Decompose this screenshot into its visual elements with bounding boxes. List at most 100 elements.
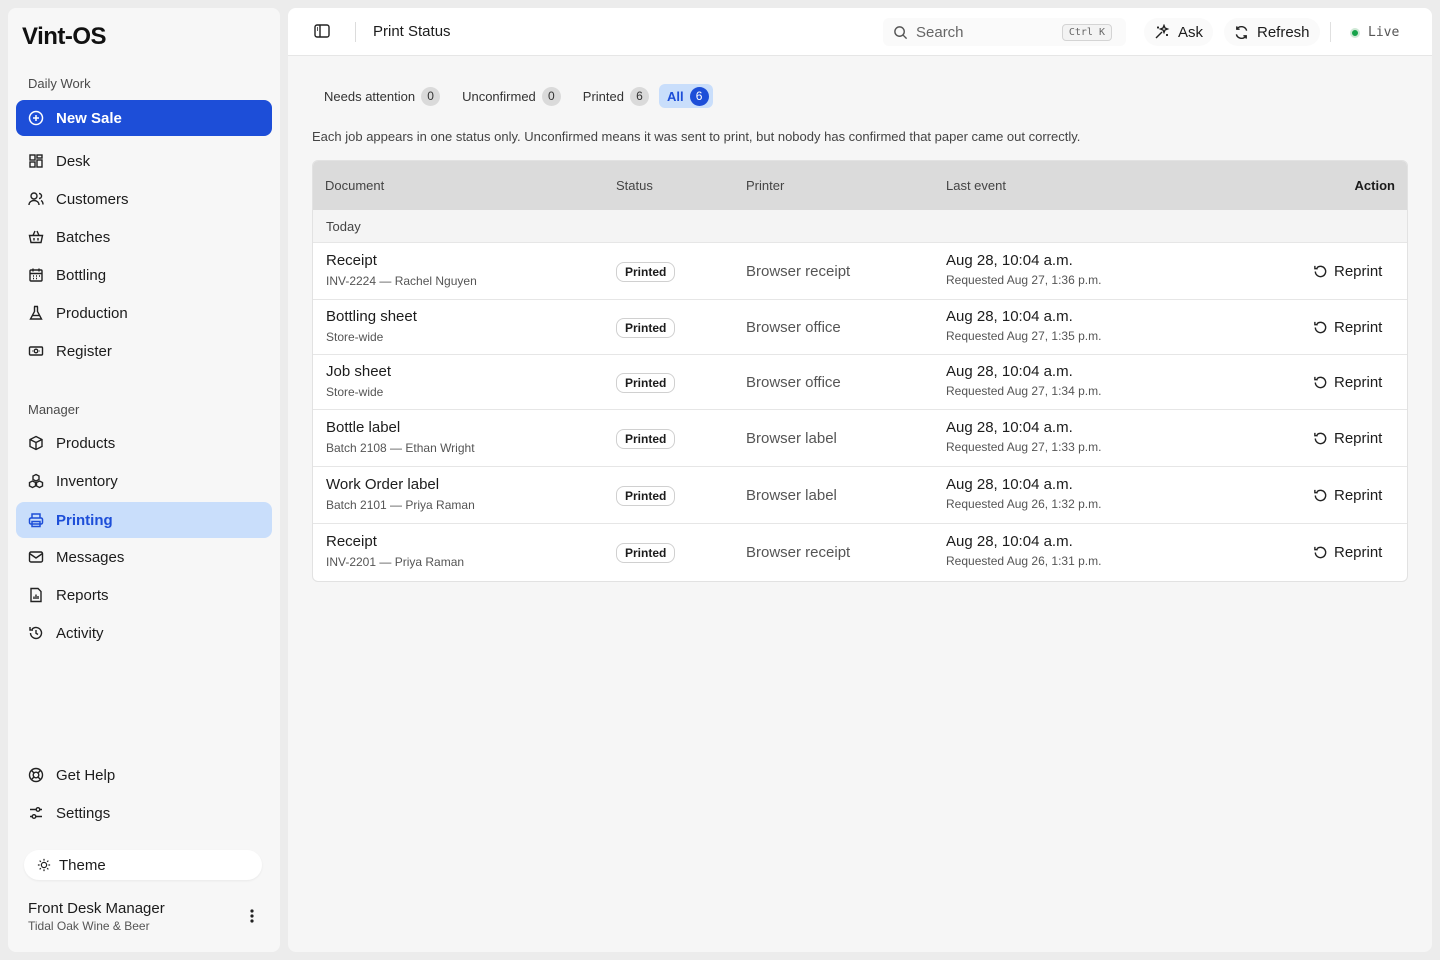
sidebar-item-messages[interactable]: Messages xyxy=(16,539,272,575)
document-subtitle: Store-wide xyxy=(326,385,384,399)
sliders-icon xyxy=(28,805,44,821)
reprint-label: Reprint xyxy=(1334,544,1383,561)
table-row[interactable]: Job sheet Store-wide Printed Browser off… xyxy=(313,355,1407,410)
reprint-button[interactable]: Reprint xyxy=(1313,374,1382,391)
plus-circle-icon xyxy=(28,110,44,126)
column-header-action: Action xyxy=(1354,178,1395,193)
sidebar-item-inventory[interactable]: Inventory xyxy=(16,463,272,499)
rotate-ccw-icon xyxy=(1314,321,1327,334)
requested-time: Requested Aug 27, 1:36 p.m. xyxy=(946,273,1102,287)
boxes-icon xyxy=(28,473,44,489)
tab-needs-attention[interactable]: Needs attention 0 xyxy=(312,84,444,108)
mail-icon xyxy=(28,549,44,565)
reprint-label: Reprint xyxy=(1334,263,1383,280)
logo-mark: Vint-OS xyxy=(22,23,107,49)
refresh-button[interactable]: Refresh xyxy=(1224,18,1320,46)
tab-all[interactable]: All 6 xyxy=(658,84,713,108)
sidebar-item-label: Printing xyxy=(56,511,113,529)
sidebar-item-label: Customers xyxy=(56,190,129,208)
sidebar-item-activity[interactable]: Activity xyxy=(16,615,272,651)
requested-time: Requested Aug 27, 1:34 p.m. xyxy=(946,384,1102,398)
table-row[interactable]: Receipt INV-2224 — Rachel Nguyen Printed… xyxy=(313,243,1407,300)
reprint-button[interactable]: Reprint xyxy=(1313,263,1382,280)
document-name: Bottle label xyxy=(326,419,401,436)
app-logo[interactable]: Vint-OS xyxy=(22,22,128,50)
tab-unconfirmed[interactable]: Unconfirmed 0 xyxy=(450,84,565,108)
column-header-printer[interactable]: Printer xyxy=(746,178,784,193)
document-name: Job sheet xyxy=(326,363,392,380)
section-label-daily: Daily Work xyxy=(28,76,91,91)
ask-button[interactable]: Ask xyxy=(1144,18,1214,46)
last-event-time: Aug 28, 10:04 a.m. xyxy=(946,419,1073,436)
user-menu-button[interactable] xyxy=(242,906,262,926)
last-event-time: Aug 28, 10:04 a.m. xyxy=(946,533,1073,550)
requested-time: Requested Aug 26, 1:32 p.m. xyxy=(946,497,1102,511)
tab-label: All xyxy=(666,88,684,104)
search-input[interactable]: Search Ctrl K xyxy=(883,18,1126,46)
sidebar-item-batches[interactable]: Batches xyxy=(16,219,272,255)
sidebar-item-reports[interactable]: Reports xyxy=(16,577,272,613)
reprint-button[interactable]: Reprint xyxy=(1313,544,1382,561)
printer-name: Browser office xyxy=(746,319,841,336)
grid-icon xyxy=(28,153,44,169)
section-label-manager: Manager xyxy=(28,402,80,417)
sidebar-item-label: Production xyxy=(56,304,128,322)
ask-label: Ask xyxy=(1178,23,1204,41)
table-row[interactable]: Bottling sheet Store-wide Printed Browse… xyxy=(313,300,1407,355)
search-icon xyxy=(894,25,908,39)
sidebar-item-label: Register xyxy=(56,342,112,360)
theme-toggle-button[interactable]: Theme xyxy=(24,850,262,880)
table-row[interactable]: Receipt INV-2201 — Priya Raman Printed B… xyxy=(313,524,1407,581)
sidebar-item-production[interactable]: Production xyxy=(16,295,272,331)
table-row[interactable]: Work Order label Batch 2101 — Priya Rama… xyxy=(313,467,1407,524)
sparkles-icon xyxy=(1155,24,1170,39)
register-icon xyxy=(28,343,44,359)
column-header-document[interactable]: Document xyxy=(325,178,384,193)
new-sale-label: New Sale xyxy=(56,109,122,127)
rotate-ccw-icon xyxy=(1314,489,1327,502)
last-event-time: Aug 28, 10:04 a.m. xyxy=(946,308,1073,325)
sidebar-item-help[interactable]: Get Help xyxy=(16,757,272,793)
table-row[interactable]: Bottle label Batch 2108 — Ethan Wright P… xyxy=(313,410,1407,467)
reprint-button[interactable]: Reprint xyxy=(1313,319,1382,336)
printer-name: Browser receipt xyxy=(746,263,851,280)
tab-printed[interactable]: Printed 6 xyxy=(571,84,653,108)
reprint-label: Reprint xyxy=(1334,430,1383,447)
document-subtitle: Batch 2108 — Ethan Wright xyxy=(326,441,475,455)
reprint-button[interactable]: Reprint xyxy=(1313,487,1382,504)
refresh-icon xyxy=(1235,25,1248,39)
document-name: Receipt xyxy=(326,533,377,550)
sidebar-item-products[interactable]: Products xyxy=(16,425,272,461)
document-subtitle: Store-wide xyxy=(326,330,384,344)
sidebar-item-bottling[interactable]: Bottling xyxy=(16,257,272,293)
column-header-last-event[interactable]: Last event xyxy=(946,178,1006,193)
more-vertical-icon xyxy=(250,909,254,923)
box-icon xyxy=(28,435,44,451)
history-icon xyxy=(28,625,44,641)
sidebar-item-desk[interactable]: Desk xyxy=(16,143,272,179)
printer-name: Browser label xyxy=(746,487,837,504)
calendar-icon xyxy=(28,267,44,283)
sidebar-item-label: Get Help xyxy=(56,766,116,784)
reprint-label: Reprint xyxy=(1334,487,1383,504)
sidebar-item-label: Settings xyxy=(56,804,111,822)
user-profile[interactable]: Front Desk Manager Tidal Oak Wine & Beer xyxy=(28,900,165,933)
sidebar-item-label: Activity xyxy=(56,624,104,642)
sidebar-toggle-button[interactable] xyxy=(314,24,332,40)
sidebar-item-label: Batches xyxy=(56,228,111,246)
panel-left-icon xyxy=(314,24,330,38)
sidebar-item-register[interactable]: Register xyxy=(16,333,272,369)
sidebar-item-printing[interactable]: Printing xyxy=(16,502,272,538)
sidebar-item-label: Products xyxy=(56,434,116,452)
sidebar-item-settings[interactable]: Settings xyxy=(16,795,272,831)
svg-text:Vint-OS: Vint-OS xyxy=(22,23,107,49)
users-icon xyxy=(28,191,44,207)
sidebar-item-label: Messages xyxy=(56,548,125,566)
printer-icon xyxy=(28,512,44,528)
column-header-status[interactable]: Status xyxy=(616,178,653,193)
sidebar-item-customers[interactable]: Customers xyxy=(16,181,272,217)
rotate-ccw-icon xyxy=(1314,546,1327,559)
reprint-button[interactable]: Reprint xyxy=(1313,430,1382,447)
flask-icon xyxy=(28,305,44,321)
new-sale-button[interactable]: New Sale xyxy=(16,100,272,136)
